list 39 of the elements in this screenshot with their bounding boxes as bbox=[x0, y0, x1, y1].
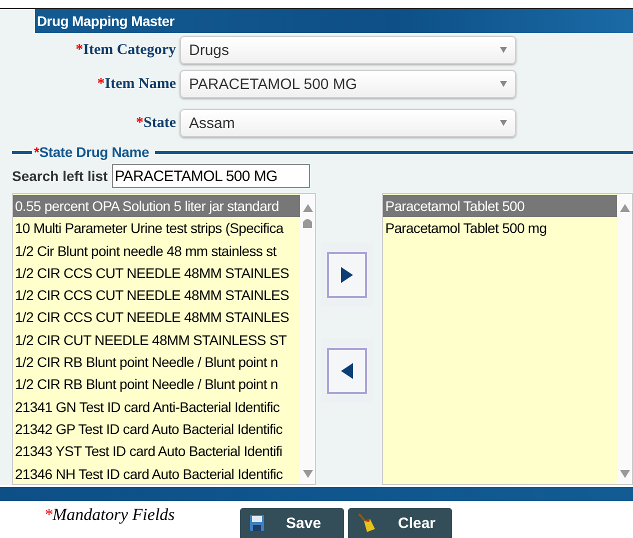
list-item[interactable]: 1/2 CIR CCS CUT NEEDLE 48MM STAINLES bbox=[13, 306, 300, 329]
dropdown[interactable]: Assam bbox=[180, 109, 516, 137]
list-item[interactable]: Paracetamol Tablet 500 bbox=[383, 195, 617, 218]
list-item[interactable]: 1/2 CIR CUT NEEDLE 48MM STAINLESS ST bbox=[13, 328, 300, 352]
search-label: Search left list bbox=[12, 168, 108, 184]
field-label: *Item Category bbox=[74, 42, 177, 58]
scroll-down-icon[interactable] bbox=[302, 470, 313, 478]
list-item[interactable]: 10 Multi Parameter Urine test strips (Specifica bbox=[13, 217, 300, 240]
caret-icon bbox=[500, 120, 507, 126]
list-item[interactable]: 21341 GN Test ID card Anti-Bacterial Identific bbox=[13, 396, 300, 418]
search-field[interactable]: PARACETAMOL 500 MG bbox=[112, 164, 310, 188]
section-title: *State Drug Name bbox=[33, 144, 150, 160]
list-item[interactable]: 1/2 Cir Blunt point needle 48 mm stainless st bbox=[13, 240, 300, 262]
list-item[interactable]: 21346 NH Test ID card Auto Bacterial Identific bbox=[13, 462, 300, 484]
scroll-down-icon[interactable] bbox=[620, 470, 630, 478]
field-label: *Item Name bbox=[96, 76, 177, 92]
clear-button[interactable]: Clear bbox=[348, 508, 452, 538]
scroll-up-icon[interactable] bbox=[620, 204, 630, 212]
field-label: *State bbox=[135, 114, 177, 132]
mandatory-note: *Mandatory Fields bbox=[44, 505, 176, 525]
list-item[interactable]: 1/2 CIR RB Blunt point Needle / Blunt point n bbox=[13, 351, 300, 374]
list-item[interactable]: 0.55 percent OPA Solution 5 liter jar standard bbox=[13, 195, 300, 218]
panel-title: Drug Mapping Master bbox=[35, 9, 633, 33]
scroll-up-icon[interactable] bbox=[302, 204, 313, 212]
list-item[interactable]: 1/2 CIR CCS CUT NEEDLE 48MM STAINLES bbox=[13, 262, 300, 284]
caret-icon bbox=[500, 81, 507, 87]
play-icon bbox=[340, 267, 353, 283]
list-item[interactable]: 1/2 CIR CCS CUT NEEDLE 48MM STAINLES bbox=[13, 284, 300, 306]
dropdown[interactable]: Drugs bbox=[180, 36, 516, 64]
broom-icon bbox=[358, 513, 376, 533]
list-item[interactable]: Paracetamol Tablet 500 mg bbox=[383, 217, 617, 240]
save-button[interactable]: Save bbox=[240, 508, 344, 538]
scroll-thumb[interactable] bbox=[303, 218, 312, 228]
dropdown[interactable]: PARACETAMOL 500 MG bbox=[180, 70, 516, 98]
list-item[interactable]: 1/2 CIR RB Blunt point Needle / Blunt point n bbox=[13, 373, 300, 396]
caret-icon bbox=[500, 47, 507, 53]
back-arrow-icon bbox=[340, 363, 353, 379]
list-item[interactable]: 21342 GP Test ID card Auto Bacterial Identific bbox=[13, 418, 300, 440]
list-item[interactable]: 21343 YST Test ID card Auto Bacterial Identifi bbox=[13, 440, 300, 463]
